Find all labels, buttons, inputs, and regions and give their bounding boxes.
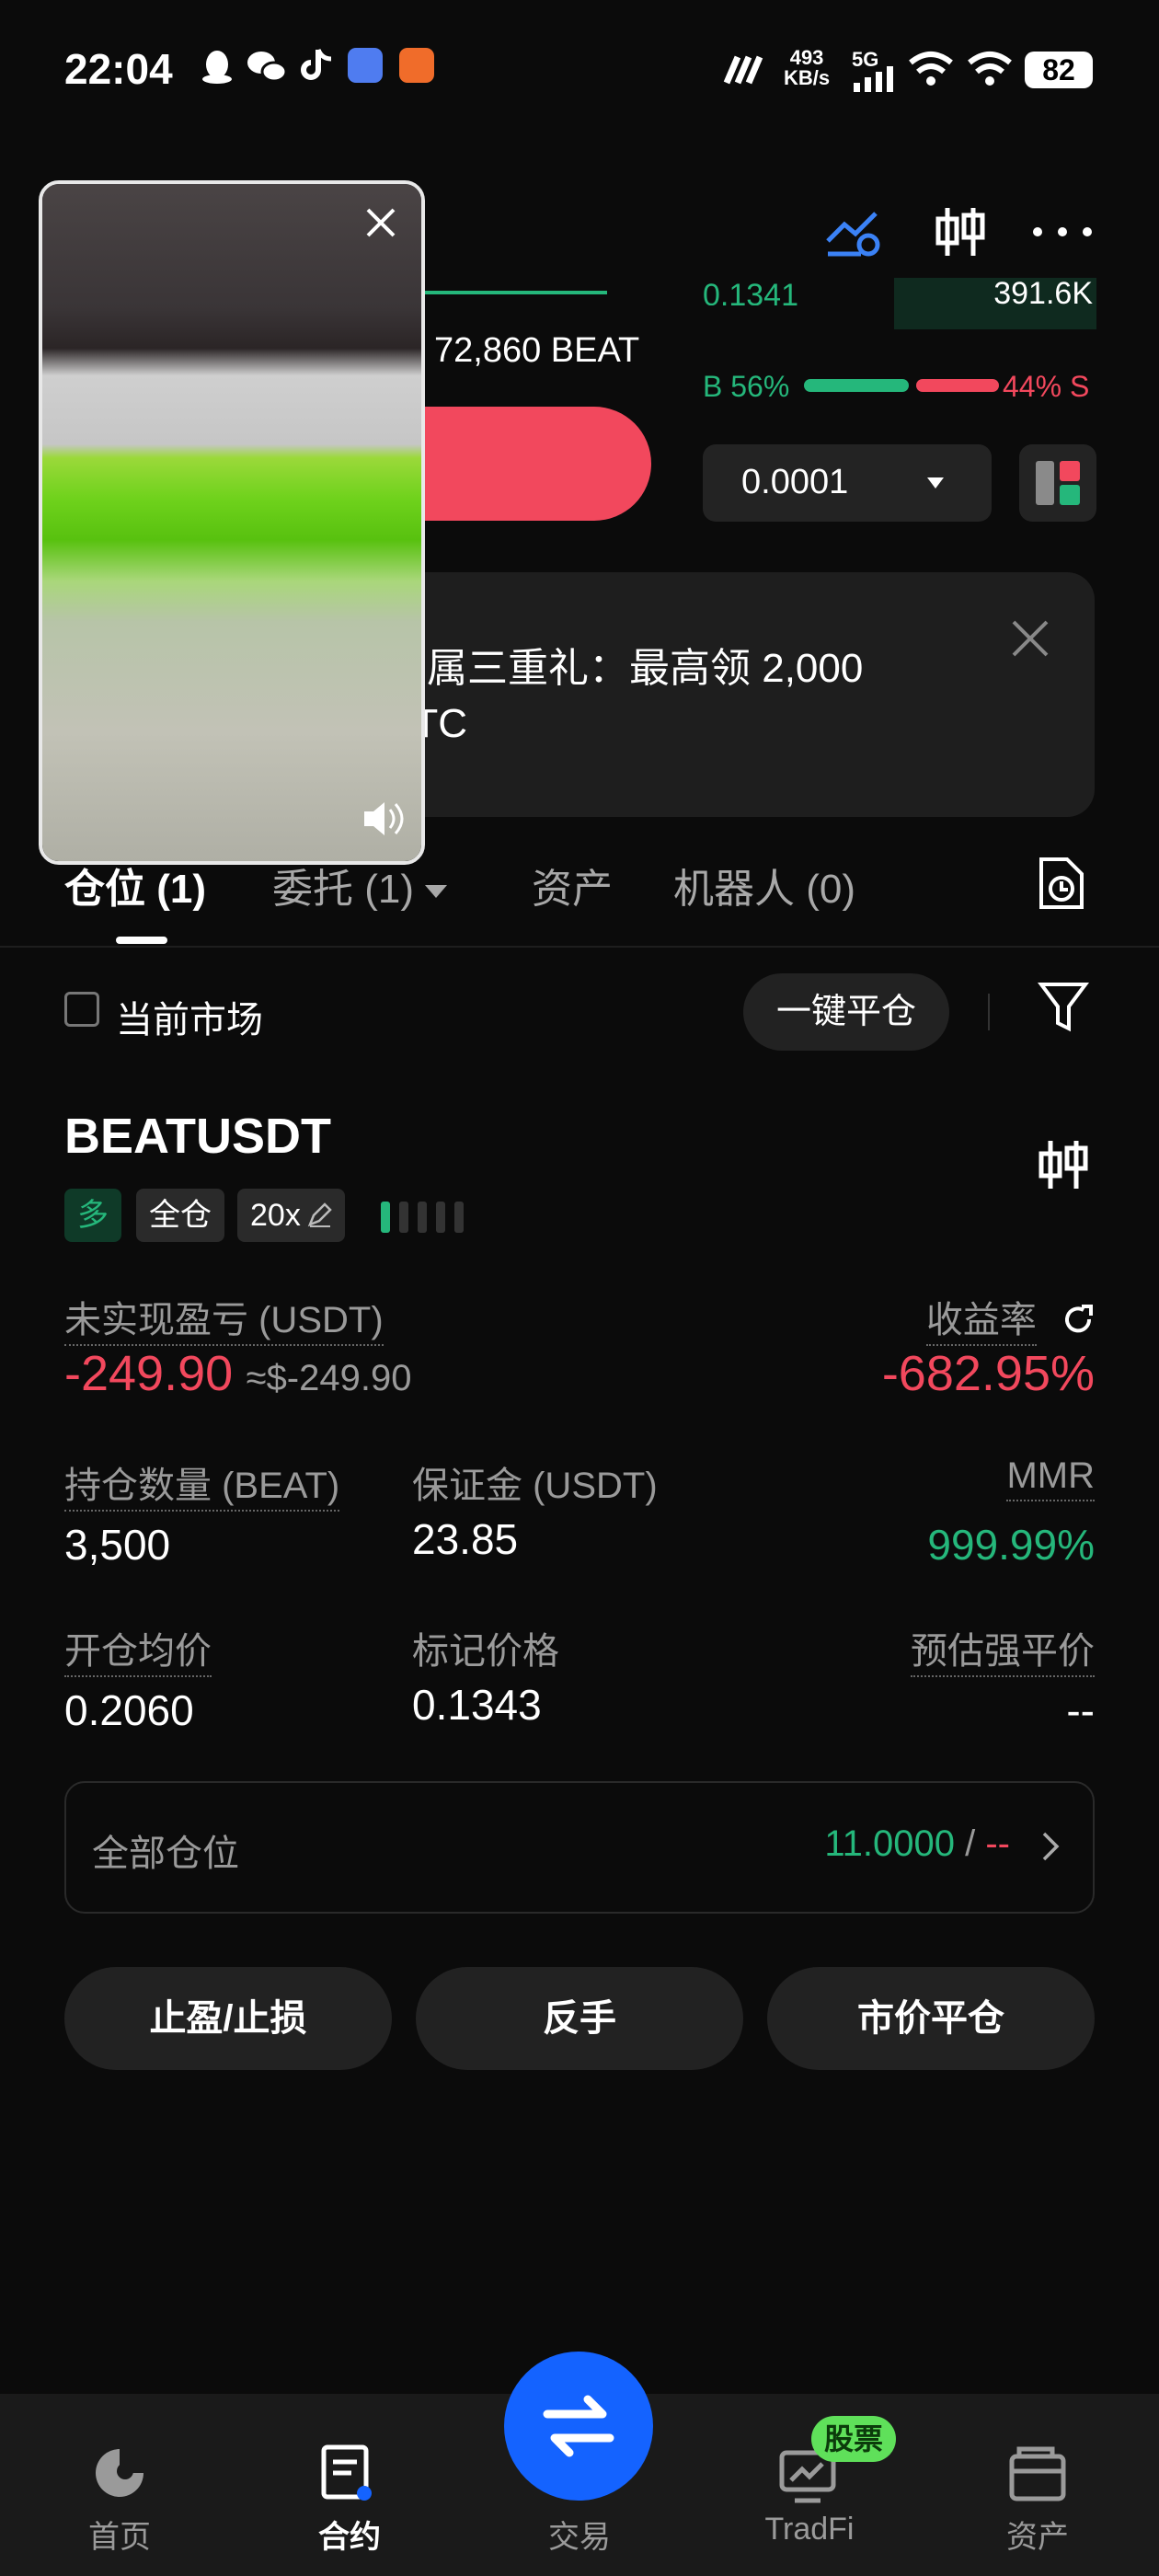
wifi-icon [909,52,953,86]
margin-label: 保证金 (USDT) [412,1466,658,1506]
mark-price-label: 标记价格 [412,1631,559,1672]
swap-icon [543,2395,614,2457]
floating-video-window[interactable] [39,180,425,865]
unrealized-pnl-approx: ≈$-249.90 [246,1358,412,1398]
video-frame [42,184,421,861]
qq-icon [202,51,232,84]
app-notification-icon [399,48,434,83]
wifi-icon [968,52,1012,86]
banner-line1: 专属三重礼：最高领 2,000 [386,646,864,691]
mmr-value: 999.99% [927,1521,1095,1569]
precision-value: 0.0001 [741,463,849,501]
current-market-checkbox[interactable] [64,992,99,1027]
edit-icon [307,1202,332,1227]
filter-icon[interactable] [1038,979,1089,1034]
tab-assets[interactable]: 资产 [532,856,613,914]
layout-icon [1036,461,1080,505]
orderbook-size: 391.6K [894,278,1096,329]
promo-banner[interactable]: 专属三重礼：最高领 2,000 BTC [350,572,1095,817]
trade-fab[interactable] [504,2352,653,2501]
candlestick-chart-icon[interactable] [931,204,990,259]
current-market-label: 当前市场 [116,1000,263,1041]
buy-ratio-fill [804,379,909,392]
orderbook-depth-bar [423,291,607,294]
nav-tradfi[interactable]: TradFi [736,2512,883,2547]
tab-positions[interactable]: 仓位 (1) [64,856,206,914]
all-positions-label: 全部仓位 [92,1834,239,1874]
net-speed-value: 493 [789,46,824,69]
nav-assets[interactable]: 资产 [964,2512,1111,2557]
entry-price-label: 开仓均价 [64,1631,212,1677]
position-chart-icon[interactable] [1036,1137,1091,1192]
cell-signal-icon [854,66,893,92]
nav-trade[interactable]: 交易 [506,2512,653,2557]
signal-brand-icon [723,55,763,85]
reverse-button[interactable]: 反手 [416,1967,743,2070]
active-tab-indicator [116,937,167,944]
all-positions-row[interactable]: 全部仓位 11.0000 / -- [64,1781,1095,1914]
leverage-tag[interactable]: 20x [237,1189,345,1242]
assets-icon[interactable] [1008,2445,1067,2502]
orderbook-price: 0.1341 [703,278,798,305]
sell-ratio: 44% S [1003,370,1090,403]
tab-bots[interactable]: 机器人 (0) [673,856,855,914]
futures-icon[interactable] [318,2444,377,2502]
chevron-right-icon [1042,1832,1060,1861]
history-icon[interactable] [1036,856,1087,911]
battery-indicator: 82 [1025,52,1093,88]
market-close-button[interactable]: 市价平仓 [767,1967,1095,2070]
mark-price-value: 0.1343 [412,1681,542,1729]
close-icon[interactable] [364,206,397,239]
liq-price-label: 预估强平价 [911,1631,1095,1677]
adl-indicator [381,1202,464,1237]
close-all-button[interactable]: 一键平仓 [743,973,949,1051]
app-notification-icon [348,48,383,83]
qty-value: 3,500 [64,1521,171,1569]
tpsl-button[interactable]: 止盈/止损 [64,1967,392,2070]
nav-home[interactable]: 首页 [46,2512,193,2557]
order-size-label: 72,860 BEAT [434,331,640,370]
tabs-divider [0,946,1159,948]
status-bar: 22:04 493 KB/s 5G 82 [0,0,1159,138]
sell-ratio-fill [916,379,999,392]
volume-icon[interactable] [361,799,407,839]
margin-mode-tag: 全仓 [136,1189,224,1242]
roe-value: -682.95% [881,1346,1095,1401]
orderbook-layout-button[interactable] [1019,444,1096,522]
margin-value: 23.85 [412,1515,519,1563]
nav-futures[interactable]: 合约 [276,2512,423,2557]
qty-label: 持仓数量 (BEAT) [64,1466,340,1512]
share-icon[interactable] [1063,1305,1095,1336]
net-speed-unit: KB/s [784,66,831,89]
liq-price-value: -- [1066,1686,1095,1734]
stocks-badge: 股票 [811,2416,897,2462]
unrealized-pnl-value: -249.90 [64,1346,234,1401]
tab-orders[interactable]: 委托 (1) [272,856,449,914]
caret-down-icon [927,477,944,489]
price-alert-icon[interactable] [824,204,883,259]
wechat-icon [247,52,287,83]
mmr-label: MMR [1006,1455,1095,1501]
status-time: 22:04 [64,45,173,93]
precision-dropdown[interactable]: 0.0001 [703,444,992,522]
all-positions-value2: -- [985,1823,1010,1864]
entry-price-value: 0.2060 [64,1686,194,1734]
close-icon[interactable] [1010,618,1050,659]
buy-ratio: B 56% [703,370,790,403]
roe-label: 收益率 [925,1300,1037,1346]
buy-sell-ratio-bar [804,379,999,392]
unrealized-pnl-label: 未实现盈亏 (USDT) [64,1300,384,1346]
separator [988,994,990,1030]
all-positions-value: 11.0000 [824,1823,956,1864]
tiktok-icon [301,48,332,80]
home-icon[interactable] [90,2444,149,2502]
caret-down-icon [425,885,447,899]
more-options-icon[interactable] [1030,224,1095,239]
position-symbol[interactable]: BEATUSDT [64,1108,331,1165]
side-tag: 多 [64,1189,121,1242]
